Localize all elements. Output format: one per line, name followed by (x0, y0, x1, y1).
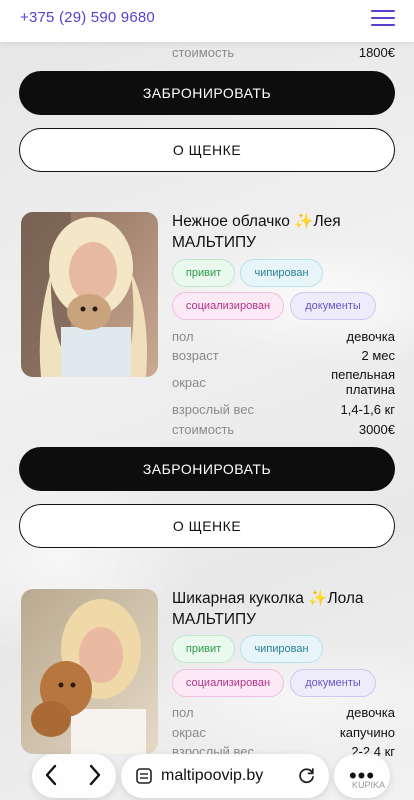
spec-value: девочка (346, 705, 396, 720)
spec-price: стоимость 3000€ (172, 422, 395, 440)
chevron-right-icon[interactable] (88, 764, 102, 790)
about-puppy-button[interactable]: О ЩЕНКЕ (19, 504, 395, 548)
tag-vaccinated: привит (172, 635, 235, 663)
page-icon (135, 767, 153, 785)
spec-value: 1800€ (358, 45, 395, 60)
spec-value: капучино (339, 725, 395, 740)
more-menu-button[interactable]: ••• (334, 754, 390, 798)
puppy-name: Нежное облачко ✨Лея (172, 213, 341, 230)
spec-color: окрас пепельная платина (172, 367, 395, 401)
phone-link[interactable]: +375 (29) 590 9680 (20, 9, 155, 26)
browser-toolbar: maltipoovip.by ••• (0, 740, 414, 800)
puppy-breed: МАЛЬТИПУ (172, 611, 256, 628)
watermark: KUPIKA (352, 780, 386, 790)
spec-adult-weight: взрослый вес 1,4-1,6 кг (172, 402, 395, 420)
tag-socialized: социализирован (172, 292, 284, 320)
tag-chipped: чипирован (240, 259, 323, 287)
spec-label: взрослый вес (172, 402, 254, 417)
book-button[interactable]: ЗАБРОНИРОВАТЬ (19, 447, 395, 491)
spec-price: стоимость 1800€ (172, 45, 395, 63)
spec-label: стоимость (172, 45, 235, 60)
spec-value: пепельная платина (331, 367, 395, 397)
spec-value: 2 мес (361, 348, 395, 363)
hamburger-icon[interactable] (371, 9, 395, 27)
puppy-title: Шикарная куколка ✨Лола МАЛЬТИПУ (172, 588, 402, 630)
book-button[interactable]: ЗАБРОНИРОВАТЬ (19, 71, 395, 115)
spec-label: окрас (172, 375, 206, 390)
chevron-left-icon[interactable] (44, 764, 58, 790)
spec-value: девочка (346, 329, 396, 344)
nav-buttons (32, 754, 116, 798)
spec-age: возраст 2 мес (172, 348, 395, 366)
url-text: maltipoovip.by (161, 767, 264, 784)
spec-label: пол (172, 705, 194, 720)
tag-documents: документы (290, 292, 376, 320)
reload-icon[interactable] (297, 766, 317, 786)
top-bar: +375 (29) 590 9680 (0, 0, 414, 42)
tag-chipped: чипирован (240, 635, 323, 663)
puppy-title: Нежное облачко ✨Лея МАЛЬТИПУ (172, 211, 402, 253)
puppy-photo[interactable] (21, 589, 158, 754)
tag-documents: документы (290, 669, 376, 697)
about-puppy-button[interactable]: О ЩЕНКЕ (19, 128, 395, 172)
tag-vaccinated: привит (172, 259, 235, 287)
spec-label: пол (172, 329, 194, 344)
spec-label: возраст (172, 348, 219, 363)
spec-value: 1,4-1,6 кг (340, 402, 395, 417)
tag-socialized: социализирован (172, 669, 284, 697)
address-bar[interactable]: maltipoovip.by (121, 754, 329, 798)
spec-label: стоимость (172, 422, 235, 437)
spec-sex: пол девочка (172, 329, 395, 347)
spec-label: окрас (172, 725, 206, 740)
puppy-photo[interactable] (21, 212, 158, 377)
spec-sex: пол девочка (172, 705, 395, 723)
puppy-breed: МАЛЬТИПУ (172, 234, 256, 251)
puppy-name: Шикарная куколка ✨Лола (172, 590, 364, 607)
spec-value: 3000€ (358, 422, 395, 437)
